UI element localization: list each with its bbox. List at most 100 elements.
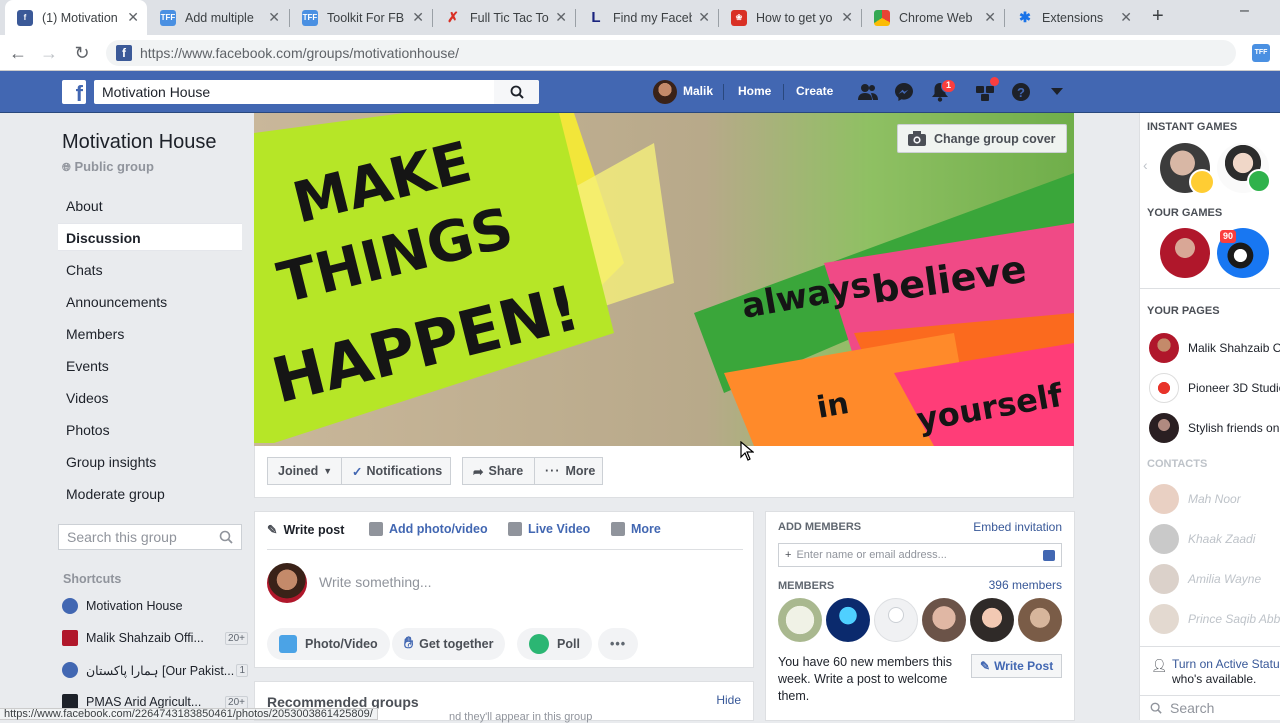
minimize-button[interactable]: – — [1240, 2, 1249, 20]
profile-link[interactable]: Malik — [683, 84, 713, 98]
member-count-link[interactable]: 396 members — [989, 578, 1062, 592]
status-bar-url: https://www.facebook.com/226474318385046… — [0, 708, 378, 720]
page-item[interactable]: Pioneer 3D Studio — [1149, 372, 1280, 404]
new-tab-button[interactable]: + — [1152, 5, 1164, 28]
tab-find-facebook[interactable]: L Find my Faceb ✕ — [576, 0, 718, 35]
chevron-down-icon: ▼ — [323, 466, 333, 476]
search-button[interactable] — [494, 80, 539, 104]
share-button[interactable]: ➦ Share — [462, 457, 535, 485]
tab-live-video[interactable]: Live Video — [508, 522, 590, 536]
shortcut-item[interactable]: Malik Shahzaib Offi... 20+ — [62, 627, 248, 649]
avatar[interactable] — [653, 80, 677, 104]
contact-item[interactable]: Amilia Wayne — [1149, 563, 1280, 595]
divider — [1140, 288, 1280, 289]
change-cover-button[interactable]: Change group cover — [897, 124, 1067, 153]
notifications-button[interactable]: ✓ Notifications — [341, 457, 451, 485]
page-avatar — [1149, 413, 1179, 443]
tab-tictactoe[interactable]: ✗ Full Tic Tac Toe ✕ — [433, 0, 575, 35]
contact-item[interactable]: Mah Noor — [1149, 483, 1280, 515]
contact-card-icon[interactable] — [1043, 549, 1055, 561]
chat-search-input[interactable]: Search — [1140, 695, 1280, 720]
facebook-logo-icon[interactable]: f — [62, 80, 86, 104]
hide-link[interactable]: Hide — [716, 693, 741, 707]
photo-icon — [369, 522, 383, 536]
poll-button[interactable]: Poll — [517, 628, 592, 660]
page-item[interactable]: Malik Shahzaib O — [1149, 332, 1280, 364]
nav-videos[interactable]: Videos — [58, 384, 242, 412]
laugh-emoji-icon — [1189, 169, 1215, 195]
nav-discussion[interactable]: Discussion — [58, 223, 242, 251]
help-icon[interactable]: ? — [1011, 82, 1031, 102]
facebook-icon: f — [17, 9, 33, 26]
get-together-button[interactable]: ✋︎ Get together — [392, 628, 506, 660]
search-icon[interactable] — [219, 530, 233, 544]
tab-toolkit[interactable]: TFF Toolkit For FB ✕ — [290, 0, 432, 35]
forward-button[interactable]: → — [37, 41, 61, 65]
member-avatar[interactable] — [874, 598, 918, 642]
photo-video-button[interactable]: Photo/Video — [267, 628, 390, 660]
joined-button[interactable]: Joined ▼ — [267, 457, 342, 485]
tab-more[interactable]: More — [611, 522, 661, 536]
tab-chrome-web[interactable]: Chrome Web ✕ — [862, 0, 1004, 35]
friend-requests-icon[interactable] — [858, 82, 878, 102]
chevron-left-icon[interactable]: ‹ — [1143, 157, 1148, 173]
close-icon[interactable]: ✕ — [841, 9, 853, 26]
shortcut-item[interactable]: ہمارا پاکستان [Our Pakist... 1 — [62, 659, 248, 681]
divider — [267, 549, 743, 550]
write-post-button[interactable]: ✎ Write Post — [971, 654, 1063, 678]
create-link[interactable]: Create — [796, 84, 833, 98]
member-avatar[interactable] — [826, 598, 870, 642]
member-avatar[interactable] — [970, 598, 1014, 642]
tab-motivation[interactable]: f (1) Motivation ✕ — [5, 0, 147, 35]
pencil-icon: ✎ — [980, 659, 991, 673]
shortcut-item[interactable]: Motivation House — [62, 595, 248, 617]
close-icon[interactable]: ✕ — [127, 9, 139, 26]
member-avatar[interactable] — [1018, 598, 1062, 642]
nav-members[interactable]: Members — [58, 320, 242, 348]
home-link[interactable]: Home — [738, 84, 771, 98]
nav-moderate-group[interactable]: Moderate group — [58, 480, 242, 508]
url-field[interactable]: f https://www.facebook.com/groups/motiva… — [106, 40, 1236, 66]
tab-write-post[interactable]: ✎ Write post — [267, 522, 344, 538]
more-button[interactable]: ··· More — [534, 457, 603, 485]
more-options-button[interactable]: ••• — [598, 628, 638, 660]
nav-group-insights[interactable]: Group insights — [58, 448, 242, 476]
nav-about[interactable]: About — [58, 192, 242, 220]
close-icon[interactable]: ✕ — [984, 9, 996, 26]
reload-button[interactable]: ↻ — [70, 41, 94, 65]
messenger-icon[interactable] — [894, 82, 914, 102]
your-game-thumb[interactable] — [1160, 228, 1210, 278]
member-avatar[interactable] — [778, 598, 822, 642]
contact-item[interactable]: Khaak Zaadi — [1149, 523, 1280, 555]
facebook-search-input[interactable]: Motivation House — [94, 80, 539, 104]
globe-icon: 🌐︎ — [62, 162, 71, 174]
tab-add-multiple[interactable]: TFF Add multiple ✕ — [148, 0, 288, 35]
embed-invitation-link[interactable]: Embed invitation — [973, 520, 1062, 534]
group-title[interactable]: Motivation House — [62, 131, 217, 154]
close-icon[interactable]: ✕ — [268, 9, 280, 26]
tab-extensions[interactable]: ✱ Extensions ✕ — [1005, 0, 1140, 35]
tab-add-photo[interactable]: Add photo/video — [369, 522, 488, 536]
nav-photos[interactable]: Photos — [58, 416, 242, 444]
back-button[interactable]: ← — [6, 41, 30, 65]
close-icon[interactable]: ✕ — [698, 9, 710, 26]
close-icon[interactable]: ✕ — [1120, 9, 1132, 26]
account-menu-icon[interactable] — [1047, 82, 1067, 102]
active-status-link[interactable]: Turn on Active Status who's available. — [1172, 657, 1280, 687]
nav-announcements[interactable]: Announcements — [58, 288, 242, 316]
group-search-input[interactable]: Search this group — [58, 524, 242, 550]
close-icon[interactable]: ✕ — [555, 9, 567, 26]
nav-chats[interactable]: Chats — [58, 256, 242, 284]
contact-item[interactable]: Prince Saqib Abb — [1149, 603, 1280, 635]
nav-events[interactable]: Events — [58, 352, 242, 380]
post-input[interactable]: Write something... — [319, 574, 432, 590]
share-icon: ➦ — [473, 464, 484, 479]
contact-avatar — [1149, 564, 1179, 594]
search-icon — [510, 85, 524, 99]
toolkit-extension-icon[interactable]: TFF — [1252, 44, 1270, 62]
member-avatar[interactable] — [922, 598, 966, 642]
close-icon[interactable]: ✕ — [412, 9, 424, 26]
tab-how-to-get[interactable]: ❀ How to get yo ✕ — [719, 0, 861, 35]
page-item[interactable]: Stylish friends on — [1149, 412, 1280, 444]
add-member-input[interactable]: + Enter name or email address... — [778, 543, 1062, 567]
